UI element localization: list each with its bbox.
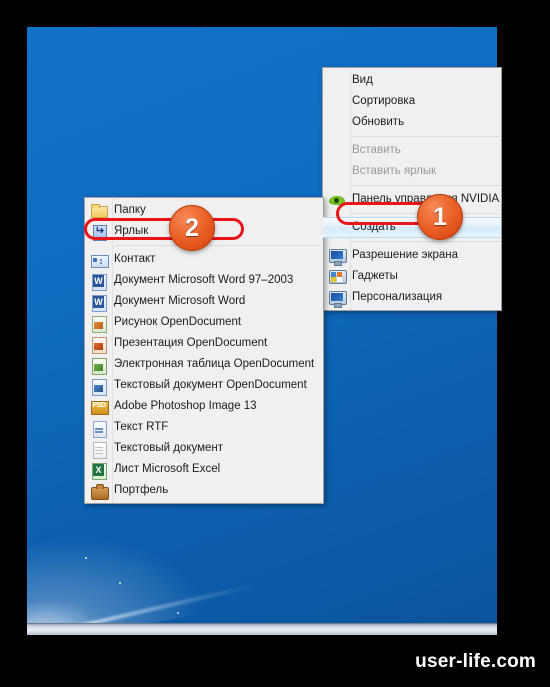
context-menu-separator [352, 241, 499, 242]
submenu-item-label: Текстовый документ OpenDocument [114, 378, 307, 391]
submenu-item-opendocument-presentation[interactable]: Презентация OpenDocument [85, 333, 323, 354]
submenu-item-label: Текст RTF [114, 420, 169, 433]
submenu-item-rtf-text[interactable]: Текст RTF [85, 417, 323, 438]
context-menu-item-screen-resolution[interactable]: Разрешение экрана [323, 245, 501, 266]
submenu-item-opendocument-spreadsheet[interactable]: Электронная таблица OpenDocument [85, 354, 323, 375]
personalization-icon [328, 289, 347, 308]
submenu-item-label: Рисунок OpenDocument [114, 315, 242, 328]
submenu-item-label: Презентация OpenDocument [114, 336, 268, 349]
submenu-item-opendocument-text[interactable]: Текстовый документ OpenDocument [85, 375, 323, 396]
text-document-icon [90, 440, 108, 459]
step-badge-2: 2 [169, 205, 215, 251]
context-menu-item-view[interactable]: Вид [323, 70, 501, 91]
context-menu-item-personalization[interactable]: Персонализация [323, 287, 501, 308]
submenu-item-label: Adobe Photoshop Image 13 [114, 399, 257, 412]
context-menu-item-label: Вставить [352, 143, 401, 156]
watermark: user-life.com [415, 651, 536, 672]
rtf-document-icon [90, 419, 108, 438]
submenu-item-label: Ярлык [114, 224, 149, 237]
paste-icon [328, 142, 346, 160]
view-icon [328, 72, 346, 90]
context-menu-separator [352, 136, 499, 137]
context-menu-item-gadgets[interactable]: Гаджеты [323, 266, 501, 287]
submenu-item-word[interactable]: Документ Microsoft Word [85, 291, 323, 312]
screen-resolution-icon [328, 247, 347, 266]
opendocument-drawing-icon [90, 314, 108, 333]
submenu-item-briefcase[interactable]: Портфель [85, 480, 323, 501]
opendocument-presentation-icon [90, 335, 108, 354]
submenu-item-word-97-2003[interactable]: Документ Microsoft Word 97–2003 [85, 270, 323, 291]
context-menu-item-label: Разрешение экрана [352, 248, 459, 261]
briefcase-icon [90, 482, 109, 500]
excel-sheet-icon [90, 461, 108, 480]
sort-icon [328, 93, 346, 111]
folder-icon [90, 202, 108, 220]
wallpaper-sparkle [177, 612, 179, 614]
opendocument-spreadsheet-icon [90, 356, 108, 375]
paste-shortcut-icon [328, 163, 346, 181]
nvidia-icon [328, 191, 346, 209]
submenu-item-photoshop-image[interactable]: Adobe Photoshop Image 13 [85, 396, 323, 417]
context-menu-separator [352, 185, 499, 186]
context-menu-item-label: Вид [352, 73, 373, 86]
submenu-item-label: Контакт [114, 252, 156, 265]
word-document-icon [90, 293, 108, 312]
submenu-item-label: Лист Microsoft Excel [114, 462, 221, 475]
photoshop-psd-icon [90, 398, 109, 416]
context-menu-item-paste-shortcut: Вставить ярлык [323, 161, 501, 182]
new-icon [328, 219, 346, 237]
context-menu-item-label: Персонализация [352, 290, 443, 303]
shortcut-icon [90, 223, 108, 241]
submenu-item-text-document[interactable]: Текстовый документ [85, 438, 323, 459]
word-document-icon [90, 272, 108, 291]
context-menu-item-new[interactable]: Создать [323, 217, 501, 238]
submenu-item-excel-sheet[interactable]: Лист Microsoft Excel [85, 459, 323, 480]
submenu-separator [114, 245, 321, 246]
submenu-item-label: Папку [114, 203, 146, 216]
context-menu-item-label: Обновить [352, 115, 405, 128]
context-menu-item-label: Гаджеты [352, 269, 398, 282]
refresh-icon [328, 114, 346, 132]
submenu-item-label: Портфель [114, 483, 169, 496]
submenu-item-contact[interactable]: Контакт [85, 249, 323, 270]
submenu-item-label: Документ Microsoft Word [114, 294, 246, 307]
gadgets-icon [328, 268, 347, 286]
submenu-item-label: Текстовый документ [114, 441, 224, 454]
context-menu-item-label: Создать [352, 220, 396, 233]
context-menu-item-sort[interactable]: Сортировка [323, 91, 501, 112]
context-menu-item-refresh[interactable]: Обновить [323, 112, 501, 133]
context-menu-item-paste: Вставить [323, 140, 501, 161]
context-menu-item-label: Вставить ярлык [352, 164, 437, 177]
context-menu-item-nvidia-control-panel[interactable]: Панель управления NVIDIA [323, 189, 501, 210]
submenu-item-opendocument-drawing[interactable]: Рисунок OpenDocument [85, 312, 323, 333]
submenu-item-label: Документ Microsoft Word 97–2003 [114, 273, 294, 286]
contact-icon [90, 251, 109, 269]
wallpaper-sparkle [119, 582, 121, 584]
step-badge-1: 1 [417, 194, 463, 240]
taskbar[interactable] [27, 623, 497, 635]
wallpaper-sparkle [85, 557, 87, 559]
opendocument-text-icon [90, 377, 108, 396]
context-menu-item-label: Сортировка [352, 94, 416, 107]
submenu-item-label: Электронная таблица OpenDocument [114, 357, 315, 370]
desktop-context-menu[interactable]: Вид Сортировка Обновить Вставить Вставит… [322, 67, 502, 311]
